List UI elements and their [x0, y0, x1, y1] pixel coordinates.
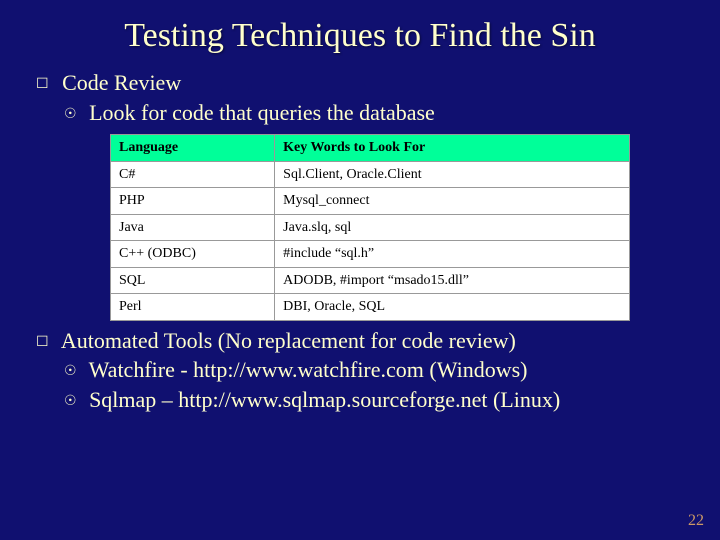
subbullet-look-for-code: Look for code that queries the database [64, 99, 690, 127]
cell-lang: PHP [111, 188, 275, 215]
bullet-automated-tools: Automated Tools (No replacement for code… [36, 327, 690, 355]
cell-key: ADODB, #import “msado15.dll” [275, 267, 630, 294]
cell-key: #include “sql.h” [275, 241, 630, 268]
table-header-row: Language Key Words to Look For [111, 135, 630, 162]
cell-lang: C++ (ODBC) [111, 241, 275, 268]
cell-lang: Java [111, 214, 275, 241]
cell-key: Sql.Client, Oracle.Client [275, 161, 630, 188]
cell-lang: SQL [111, 267, 275, 294]
table-row: C# Sql.Client, Oracle.Client [111, 161, 630, 188]
table-row: Java Java.slq, sql [111, 214, 630, 241]
bullet-text: Look for code that queries the database [89, 100, 435, 125]
subbullet-sqlmap: Sqlmap – http://www.sqlmap.sourceforge.n… [64, 386, 690, 414]
page-number: 22 [688, 512, 704, 530]
slide-title: Testing Techniques to Find the Sin [70, 16, 650, 55]
table-row: PHP Mysql_connect [111, 188, 630, 215]
col-language: Language [111, 135, 275, 162]
bullet-text: Code Review [62, 70, 181, 95]
table-row: C++ (ODBC) #include “sql.h” [111, 241, 630, 268]
cell-lang: Perl [111, 294, 275, 321]
slide-body: Code Review Look for code that queries t… [30, 69, 690, 413]
cell-lang: C# [111, 161, 275, 188]
bullet-text: Automated Tools (No replacement for code… [61, 328, 516, 353]
table-row: Perl DBI, Oracle, SQL [111, 294, 630, 321]
cell-key: Mysql_connect [275, 188, 630, 215]
cell-key: DBI, Oracle, SQL [275, 294, 630, 321]
keywords-table: Language Key Words to Look For C# Sql.Cl… [110, 134, 630, 321]
slide: Testing Techniques to Find the Sin Code … [0, 0, 720, 540]
table-row: SQL ADODB, #import “msado15.dll” [111, 267, 630, 294]
cell-key: Java.slq, sql [275, 214, 630, 241]
bullet-code-review: Code Review [36, 69, 690, 97]
bullet-text: Sqlmap – http://www.sqlmap.sourceforge.n… [89, 387, 560, 412]
col-keywords: Key Words to Look For [275, 135, 630, 162]
subbullet-watchfire: Watchfire - http://www.watchfire.com (Wi… [64, 356, 690, 384]
bullet-text: Watchfire - http://www.watchfire.com (Wi… [89, 357, 528, 382]
